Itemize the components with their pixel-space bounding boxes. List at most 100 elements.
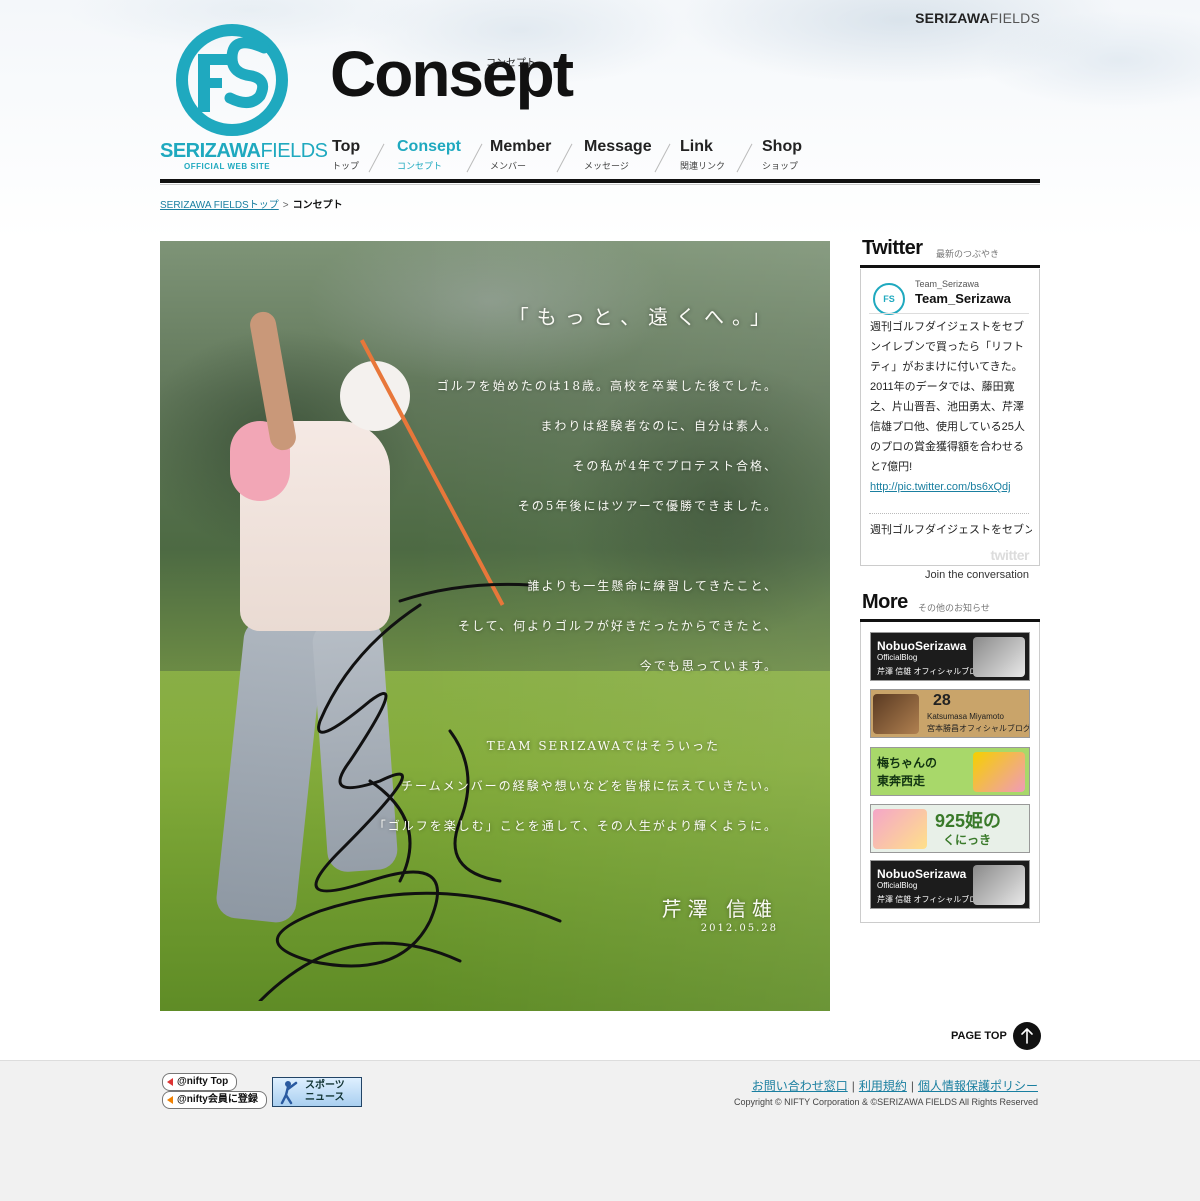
footer: @nifty Top @nifty会員に登録 スポーツ ニュース お問い合わせ窓… <box>0 1060 1200 1201</box>
banner-caption: 芹澤 信雄 オフィシャルブログ <box>877 895 986 904</box>
concept-hero-image: 「もっと、遠くへ。」 ゴルフを始めたのは18歳。高校を卒業した後でした。 まわり… <box>160 241 830 1011</box>
twitter-section-subtitle: 最新のつぶやき <box>936 249 1000 259</box>
twitter-join-link[interactable]: Join the conversation <box>925 569 1029 581</box>
banner-nobuo-blog[interactable]: NobuoSerizawa OfficialBlog 芹澤 信雄 オフィシャルブ… <box>870 860 1030 909</box>
banner-title: 28 <box>933 692 951 709</box>
nav-item-link[interactable]: Link 関連リンク <box>680 138 725 178</box>
contact-link[interactable]: お問い合わせ窓口 <box>752 1079 848 1093</box>
nifty-join-label: @nifty会員に登録 <box>177 1094 258 1105</box>
sports-news-banner[interactable]: スポーツ ニュース <box>272 1077 362 1107</box>
nav-label-ja: ショップ <box>762 161 799 171</box>
breadcrumb-home-link[interactable]: SERIZAWA FIELDSトップ <box>160 200 279 211</box>
banner-illustration <box>873 809 927 849</box>
author-date: 2012.05.28 <box>700 923 778 934</box>
nifty-top-button[interactable]: @nifty Top <box>162 1073 238 1091</box>
banner-photo <box>973 637 1025 677</box>
fs-logo-icon <box>176 24 288 136</box>
author-name: 芹澤 信雄 <box>661 897 778 921</box>
more-banner-list: NobuoSerizawa OfficialBlog 芹澤 信雄 オフィシャルブ… <box>860 622 1040 923</box>
banner-photo <box>973 865 1025 905</box>
concept-line: 誰よりも一生懸命に練習してきたこと、 <box>527 579 778 593</box>
concept-line: その5年後にはツアーで優勝できました。 <box>517 499 778 513</box>
sidebar: Twitter 最新のつぶやき FS Team_Serizawa Team_Se… <box>860 237 1040 923</box>
sports-news-line1: スポーツ <box>305 1080 345 1091</box>
header-divider-thin <box>160 184 1040 185</box>
sports-news-label: スポーツ ニュース <box>305 1080 345 1104</box>
site-logo[interactable]: SERIZAWAFIELDS OFFICIAL WEB SITE <box>160 24 328 174</box>
page-title-kana: コンセプト <box>486 58 536 69</box>
nav-item-consept[interactable]: Consept コンセプト <box>397 138 461 178</box>
logo-wordmark-thin: FIELDS <box>260 140 328 162</box>
twitter-avatar[interactable]: FS <box>873 283 905 315</box>
concept-line: ゴルフを始めたのは18歳。高校を卒業した後でした。 <box>436 379 778 393</box>
arrow-up-icon <box>1013 1022 1041 1050</box>
banner-ume-blog[interactable]: 梅ちゃんの 東奔西走 <box>870 747 1030 796</box>
concept-line: その私が4年でプロテスト合格、 <box>572 459 778 473</box>
banner-caption: 芹澤 信雄 オフィシャルブログ <box>877 667 986 676</box>
nav-item-top[interactable]: Top トップ <box>332 138 360 178</box>
breadcrumb-separator: > <box>282 200 289 211</box>
tweet-text-preview: 週刊ゴルフダイジェストをセブン <box>870 524 1032 536</box>
logo-wordmark: SERIZAWAFIELDS <box>160 140 328 163</box>
more-section-title: More <box>862 591 908 613</box>
nav-label-ja: メッセージ <box>584 161 629 171</box>
breadcrumb-current: コンセプト <box>292 200 343 211</box>
twitter-widget: FS Team_Serizawa Team_Serizawa 週刊ゴルフダイジェ… <box>860 269 1040 581</box>
nav-label-en: Top <box>332 138 361 155</box>
nav-item-member[interactable]: Member メンバー <box>490 138 551 178</box>
sports-news-line2: ニュース <box>305 1092 345 1103</box>
nifty-join-button[interactable]: @nifty会員に登録 <box>162 1091 267 1109</box>
concept-headline: 「もっと、遠くへ。」 <box>508 305 778 329</box>
terms-link[interactable]: 利用規約 <box>859 1079 907 1093</box>
banner-illustration <box>973 752 1025 792</box>
nav-label-ja: メンバー <box>490 161 527 171</box>
tweet-text: 週刊ゴルフダイジェストをセブンイレブンで買ったら「リフトティ」がおまけに付いてき… <box>870 321 1025 473</box>
footer-link-separator: | <box>910 1079 914 1093</box>
copyright: Copyright © NIFTY Corporation & ©SERIZAW… <box>733 1097 1038 1107</box>
golfer-silhouette-icon <box>280 1081 298 1105</box>
brand-top-bold: SERIZAWA <box>915 10 990 26</box>
banner-subtitle: Katsumasa Miyamoto <box>927 712 1004 721</box>
nav-label-en: Message <box>584 138 652 155</box>
header-divider <box>160 179 1040 183</box>
twitter-handle-small[interactable]: Team_Serizawa <box>915 279 979 289</box>
banner-title: NobuoSerizawa <box>877 639 967 653</box>
banner-subtitle: くにっき <box>943 833 992 847</box>
more-section-header: More その他のお知らせ <box>860 591 1040 622</box>
tweet-item: 週刊ゴルフダイジェストをセブンイレブンで買ったら「リフトティ」がおまけに付いてき… <box>870 317 1032 497</box>
brand-top-wordmark[interactable]: SERIZAWAFIELDS <box>915 10 1040 26</box>
concept-line: まわりは経験者なのに、自分は素人。 <box>540 419 778 433</box>
tweet-link[interactable]: http://pic.twitter.com/bs6xQdj <box>870 481 1011 493</box>
nav-label-ja: 関連リンク <box>680 161 726 171</box>
twitter-logo-icon: twitter <box>990 547 1030 563</box>
twitter-section-header: Twitter 最新のつぶやき <box>860 237 1040 268</box>
nav-label-en: Consept <box>397 138 461 155</box>
page-top-label: PAGE TOP <box>951 1030 1007 1042</box>
footer-links: お問い合わせ窓口 | 利用規約 | 個人情報保護ポリシー <box>752 1077 1038 1094</box>
nav-label-en: Shop <box>762 138 802 155</box>
twitter-divider <box>869 513 1029 515</box>
breadcrumb: SERIZAWA FIELDSトップ > コンセプト <box>160 196 343 211</box>
banner-title: NobuoSerizawa <box>877 867 967 881</box>
concept-line: チームメンバーの経験や想いなどを皆様に伝えていきたい。 <box>400 779 778 793</box>
twitter-handle[interactable]: Team_Serizawa <box>915 291 1011 306</box>
brand-top-light: FIELDS <box>989 10 1040 26</box>
banner-photo <box>873 694 919 734</box>
logo-wordmark-bold: SERIZAWA <box>160 140 261 162</box>
nav-item-shop[interactable]: Shop ショップ <box>762 138 802 178</box>
concept-line: そして、何よりゴルフが好きだったからできたと、 <box>458 619 778 633</box>
nav-item-message[interactable]: Message メッセージ <box>584 138 652 178</box>
golfer-cap <box>340 361 410 431</box>
banner-miyamoto-blog[interactable]: 28 Katsumasa Miyamoto 宮本勝昌オフィシャルブログ <box>870 689 1030 738</box>
banner-title: 梅ちゃんの <box>877 756 938 770</box>
nifty-top-label: @nifty Top <box>177 1076 229 1087</box>
banner-caption: 宮本勝昌オフィシャルブログ <box>927 724 1030 733</box>
banner-nobuo-blog[interactable]: NobuoSerizawa OfficialBlog 芹澤 信雄 オフィシャルブ… <box>870 632 1030 681</box>
twitter-section-title: Twitter <box>862 237 923 259</box>
concept-line: 「ゴルフを楽しむ」ことを通して、その人生がより輝くように。 <box>373 819 778 833</box>
banner-925hime-blog[interactable]: 925姫の くにっき <box>870 804 1030 853</box>
page-title: Consept <box>330 38 574 110</box>
privacy-policy-link[interactable]: 個人情報保護ポリシー <box>918 1079 1038 1093</box>
nifty-arrow-icon <box>167 1096 173 1104</box>
nav-label-ja: コンセプト <box>397 161 443 171</box>
